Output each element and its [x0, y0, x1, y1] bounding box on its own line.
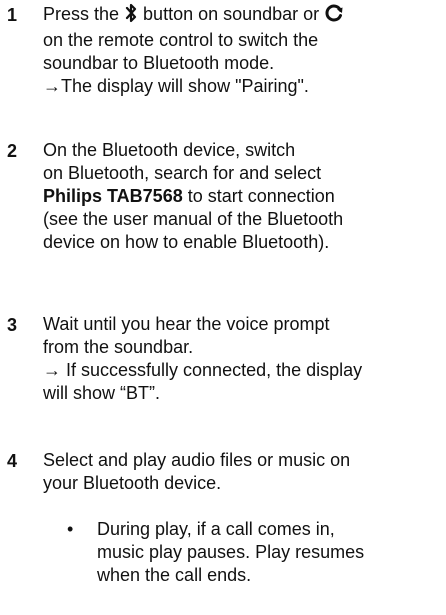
- step-line: Select and play audio files or music on: [43, 450, 351, 470]
- bullet-marker: •: [67, 519, 74, 539]
- step-line: Philips TAB7568 to start connection: [43, 185, 443, 208]
- bullet-line: During play, if a call comes in,: [97, 519, 335, 539]
- step-line: on Bluetooth, search for and select: [43, 163, 322, 183]
- product-name: Philips TAB7568: [43, 186, 183, 206]
- step-line: Press the button on soundbar or: [43, 3, 443, 29]
- step-line: On the Bluetooth device, switch: [43, 140, 296, 160]
- step-line: Wait until you hear the voice prompt: [43, 314, 330, 334]
- step-text: On the Bluetooth device, switch on Bluet…: [43, 139, 443, 254]
- step-text-segment: to start connection: [182, 186, 335, 206]
- source-icon: [324, 3, 344, 29]
- step-text-segment: button on soundbar or: [138, 4, 325, 24]
- step-text-segment: Press the: [43, 4, 125, 24]
- step-text: Wait until you hear the voice prompt fro…: [43, 313, 443, 405]
- bluetooth-icon: [124, 3, 138, 29]
- step-line: your Bluetooth device.: [43, 473, 222, 493]
- step-line: →The display will show "Pairing".: [43, 76, 309, 96]
- step-line: will show “BT”.: [43, 383, 161, 403]
- step-line: from the soundbar.: [43, 337, 194, 357]
- step-line: → If successfully connected, the display: [43, 360, 363, 380]
- step-number: 2: [7, 141, 18, 161]
- step-line: device on how to enable Bluetooth).: [43, 232, 330, 252]
- step-line: soundbar to Bluetooth mode.: [43, 53, 275, 73]
- step-line: on the remote control to switch the: [43, 30, 319, 50]
- step-number: 1: [7, 5, 18, 25]
- bullet-item: During play, if a call comes in, music p…: [97, 518, 437, 587]
- bullet-line: when the call ends.: [97, 565, 252, 585]
- step-number: 4: [7, 451, 18, 471]
- step-text: Select and play audio files or music on …: [43, 449, 443, 495]
- step-line: (see the user manual of the Bluetooth: [43, 209, 344, 229]
- step-text: Press the button on soundbar or on the r…: [43, 3, 443, 98]
- step-number: 3: [7, 315, 18, 335]
- bullet-line: music play pauses. Play resumes: [97, 542, 365, 562]
